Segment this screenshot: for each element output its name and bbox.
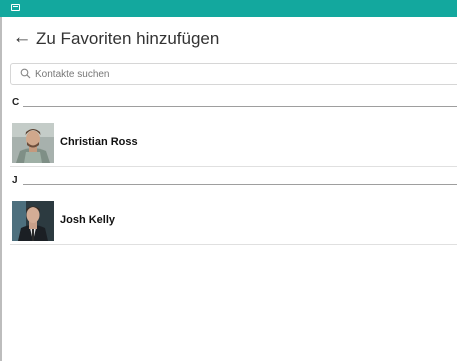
row-divider xyxy=(10,166,457,167)
row-divider xyxy=(10,244,457,245)
status-bar xyxy=(0,0,457,17)
contact-row-christian-ross[interactable]: Christian Ross xyxy=(2,119,457,167)
contact-row-josh-kelly[interactable]: Josh Kelly xyxy=(2,197,457,245)
back-button[interactable]: ← xyxy=(10,25,34,51)
app-bar: ← Zu Favoriten hinzufügen xyxy=(0,17,457,60)
section-header-j: J xyxy=(12,174,457,188)
section-letter: C xyxy=(12,97,20,108)
section-divider xyxy=(23,106,457,107)
section-divider xyxy=(23,184,457,185)
search-input[interactable] xyxy=(35,64,455,84)
page-title: Zu Favoriten hinzufügen xyxy=(36,29,220,48)
arrow-left-icon: ← xyxy=(12,27,32,48)
search-box[interactable] xyxy=(10,63,457,85)
window-icon xyxy=(11,4,20,11)
search-icon xyxy=(20,68,31,79)
section-letter: J xyxy=(12,175,18,186)
contact-name: Josh Kelly xyxy=(60,214,116,226)
section-header-c: C xyxy=(12,96,457,110)
avatar xyxy=(12,123,54,163)
contact-name: Christian Ross xyxy=(60,136,138,148)
avatar xyxy=(12,201,54,241)
